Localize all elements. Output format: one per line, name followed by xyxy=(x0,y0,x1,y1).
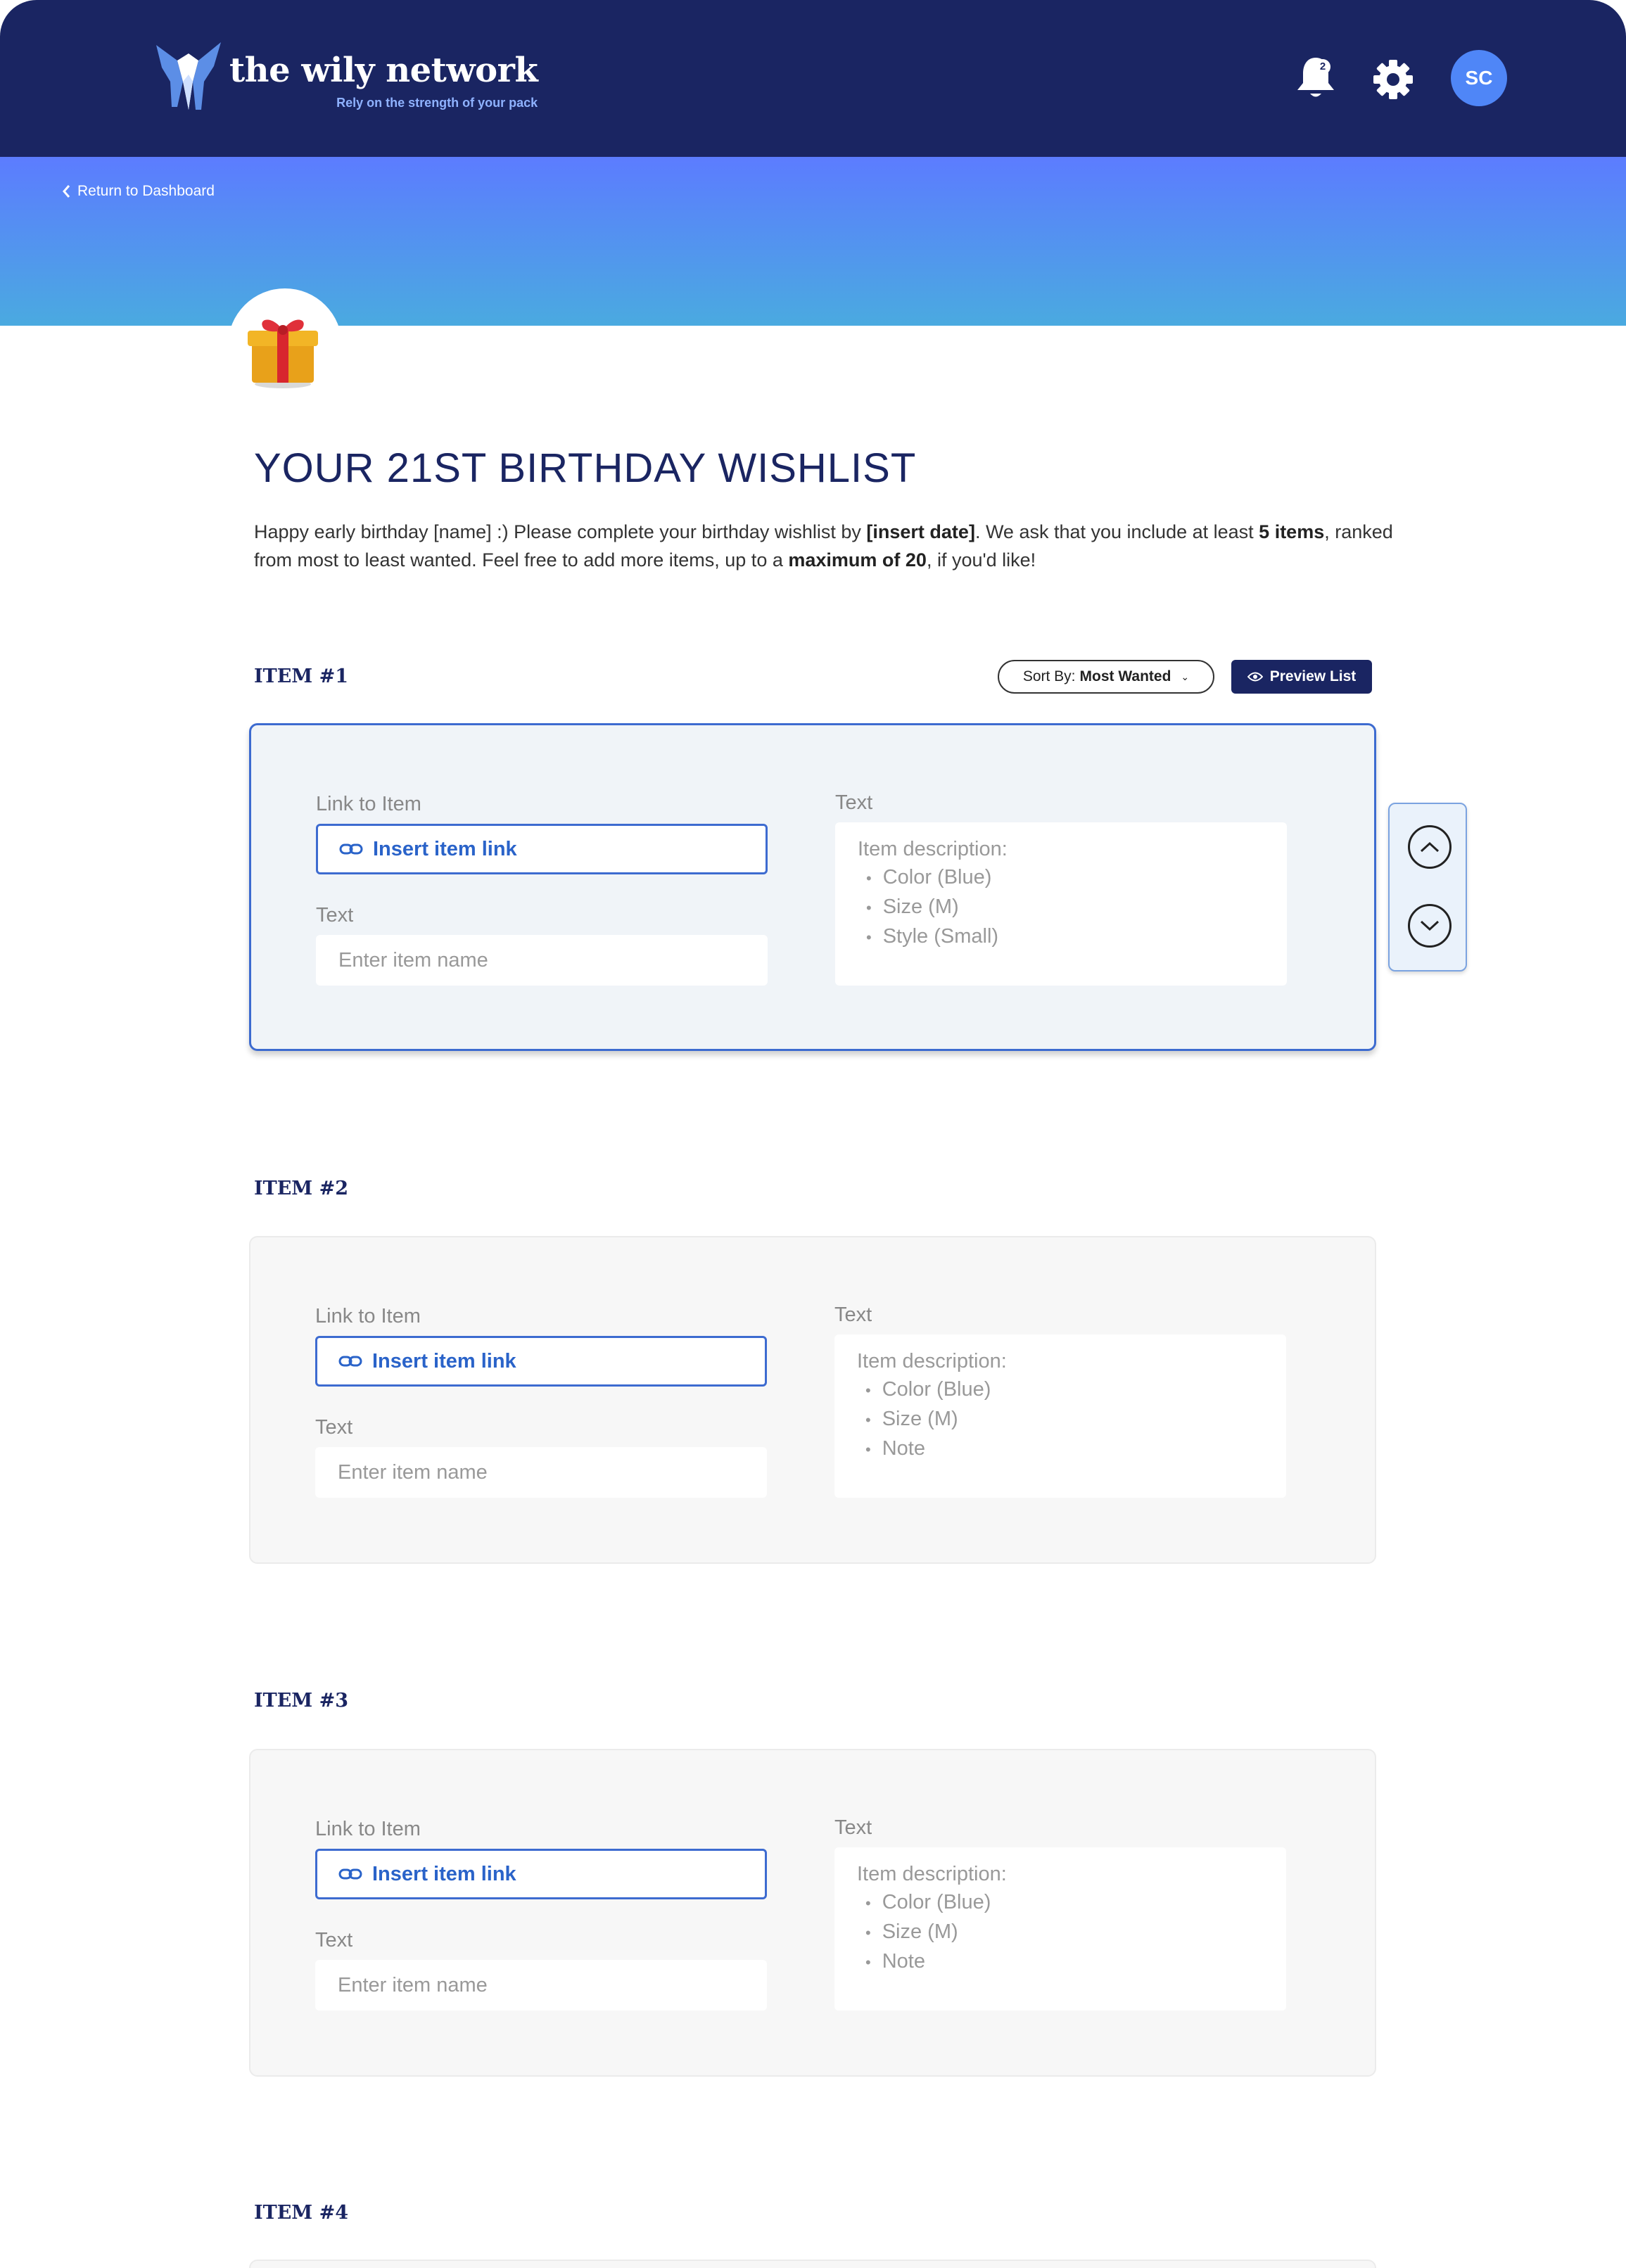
description-bullet: Size (M) xyxy=(858,893,1264,922)
link-label: Link to Item xyxy=(316,793,421,815)
link-label: Link to Item xyxy=(315,1818,421,1840)
chevron-left-icon xyxy=(63,185,70,198)
item-description-textarea[interactable]: Item description: Color (Blue) Size (M) … xyxy=(834,1847,1286,2011)
chevron-up-icon xyxy=(1420,841,1440,853)
logo[interactable]: the wily network Rely on the strength of… xyxy=(152,39,538,117)
chevron-down-icon xyxy=(1420,920,1440,931)
item-link-input[interactable]: Insert item link xyxy=(315,1336,767,1387)
item-description-textarea[interactable]: Item description: Color (Blue) Size (M) … xyxy=(835,822,1287,986)
user-avatar[interactable]: SC xyxy=(1451,50,1507,106)
intro-paragraph: Happy early birthday [name] :) Please co… xyxy=(254,521,1393,571)
description-bullet: Color (Blue) xyxy=(857,1888,1264,1918)
logo-tagline: Rely on the strength of your pack xyxy=(336,96,538,110)
name-label: Text xyxy=(316,904,354,926)
item-link-input[interactable]: Insert item link xyxy=(315,1849,767,1899)
description-label: Text xyxy=(835,791,873,814)
item-link-input[interactable]: Insert item link xyxy=(316,824,768,874)
item-heading: ITEM #3 xyxy=(254,1690,348,1712)
description-bullet: Color (Blue) xyxy=(858,863,1264,893)
hero-banner xyxy=(0,157,1626,326)
return-to-dashboard-link[interactable]: Return to Dashboard xyxy=(62,183,215,200)
eye-icon xyxy=(1247,672,1263,682)
description-label: Text xyxy=(834,1816,872,1839)
description-bullet: Note xyxy=(857,1434,1264,1464)
reorder-controls xyxy=(1388,803,1467,971)
sort-dropdown[interactable]: Sort By: Most Wanted ⌄ xyxy=(998,660,1214,694)
item-description-textarea[interactable]: Item description: Color (Blue) Size (M) … xyxy=(834,1334,1286,1498)
item-card: Link to Item Insert item link Text Enter… xyxy=(249,723,1376,1051)
name-label: Text xyxy=(315,1416,353,1439)
description-bullet: Style (Small) xyxy=(858,922,1264,952)
sort-value: Most Wanted xyxy=(1079,668,1171,684)
description-bullet: Color (Blue) xyxy=(857,1375,1264,1405)
item-heading: ITEM #1 xyxy=(254,665,348,687)
page-title: YOUR 21ST BIRTHDAY WISHLIST xyxy=(254,445,917,491)
description-label: Text xyxy=(834,1304,872,1326)
item-heading: ITEM #4 xyxy=(254,2202,348,2224)
item-card xyxy=(249,2260,1376,2268)
gear-icon[interactable] xyxy=(1372,56,1414,103)
back-link-label: Return to Dashboard xyxy=(77,183,215,199)
item-heading: ITEM #2 xyxy=(254,1178,348,1199)
gift-icon xyxy=(248,319,318,388)
item-card: Link to Item Insert item link Text Enter… xyxy=(249,1749,1376,2077)
item-card: Link to Item Insert item link Text Enter… xyxy=(249,1236,1376,1564)
logo-title: the wily network xyxy=(229,51,538,90)
chevron-down-icon: ⌄ xyxy=(1181,670,1190,682)
item-name-input[interactable]: Enter item name xyxy=(315,1447,767,1498)
wolf-logo-icon xyxy=(156,42,221,110)
description-bullet: Size (M) xyxy=(857,1918,1264,1947)
description-bullet: Note xyxy=(857,1947,1264,1977)
item-name-input[interactable]: Enter item name xyxy=(315,1960,767,2011)
link-icon xyxy=(338,1356,362,1367)
link-label: Link to Item xyxy=(315,1305,421,1327)
name-label: Text xyxy=(315,1929,353,1951)
item-name-input[interactable]: Enter item name xyxy=(316,935,768,986)
move-up-button[interactable] xyxy=(1408,825,1452,869)
link-icon xyxy=(338,1868,362,1880)
preview-list-button[interactable]: Preview List xyxy=(1231,660,1372,694)
description-bullet: Size (M) xyxy=(857,1405,1264,1434)
notification-badge: 2 xyxy=(1315,59,1330,75)
link-icon xyxy=(339,843,363,855)
move-down-button[interactable] xyxy=(1408,904,1452,948)
